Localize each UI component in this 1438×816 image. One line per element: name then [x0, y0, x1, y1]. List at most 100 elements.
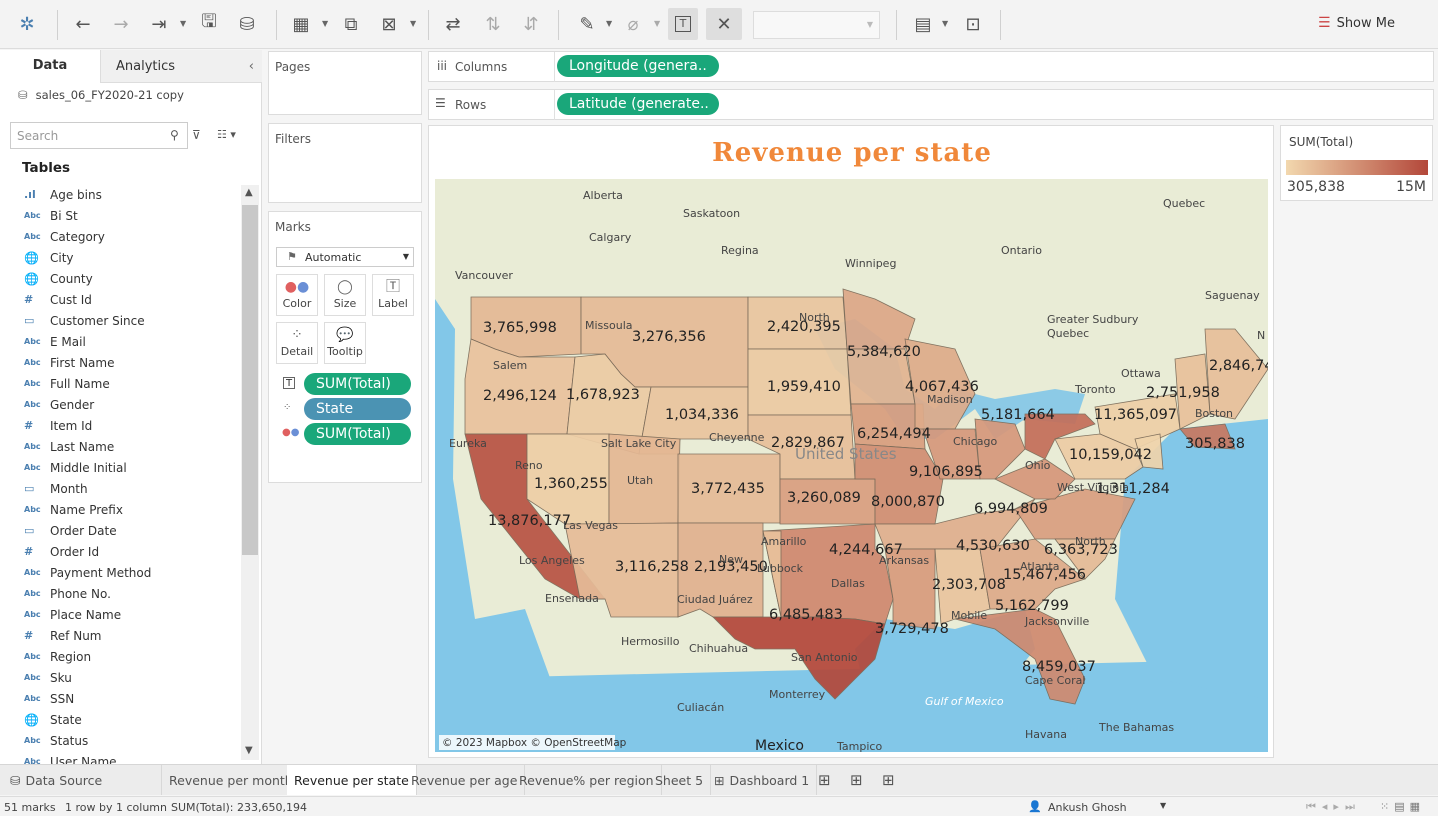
search-input[interactable]: Search: [10, 122, 188, 149]
tab-revenue-per-state[interactable]: Revenue per state: [287, 765, 417, 795]
field-item[interactable]: Abc Place Name: [0, 604, 240, 625]
field-item[interactable]: Abc Name Prefix: [0, 499, 240, 520]
tableau-logo-icon[interactable]: ✲: [12, 8, 42, 40]
clear-sheet-icon[interactable]: ⊠: [374, 8, 404, 40]
replay-icon[interactable]: ⇥: [144, 8, 174, 40]
show-me-button[interactable]: ☰ Show Me: [1318, 15, 1395, 31]
fit-dropdown[interactable]: ▼: [753, 11, 880, 39]
field-item[interactable]: # Ref Num: [0, 625, 240, 646]
tab-analytics[interactable]: Analytics ‹: [100, 50, 262, 83]
map-canvas[interactable]: 3,765,9983,276,3562,420,3955,384,6202,49…: [435, 179, 1268, 752]
replay-dropdown-icon[interactable]: ▼: [180, 19, 186, 28]
field-item[interactable]: Abc Region: [0, 646, 240, 667]
duplicate-icon[interactable]: ⧉: [336, 8, 366, 40]
rows-shelf[interactable]: ☰ Rows Latitude (generate..: [428, 89, 1434, 120]
tooltip-icon: 💬: [336, 327, 354, 343]
columns-pill[interactable]: Longitude (genera..: [557, 55, 719, 77]
collapse-pane-icon[interactable]: ‹: [249, 59, 254, 74]
columns-shelf[interactable]: iii Columns Longitude (genera..: [428, 51, 1434, 82]
highlight-icon[interactable]: ✎: [572, 8, 602, 40]
detail-button[interactable]: ⁘ Detail: [276, 322, 318, 364]
scroll-up-icon[interactable]: ▲: [245, 187, 253, 198]
field-item[interactable]: Abc Bi St: [0, 205, 240, 226]
undo-icon[interactable]: ←: [68, 8, 98, 40]
field-item[interactable]: Abc First Name: [0, 352, 240, 373]
color-button[interactable]: ●● Color: [276, 274, 318, 316]
highlight-dropdown-icon[interactable]: ▼: [606, 19, 612, 28]
label-button[interactable]: 🅃 Label: [372, 274, 414, 316]
pager-icons[interactable]: ⏮◂▸⏭: [1306, 800, 1361, 814]
field-item[interactable]: 🌐 State: [0, 709, 240, 730]
pages-card[interactable]: Pages: [268, 51, 422, 115]
map-attribution[interactable]: © 2023 Mapbox © OpenStreetMap: [442, 737, 627, 749]
field-item[interactable]: Abc Full Name: [0, 373, 240, 394]
field-item[interactable]: 🌐 County: [0, 268, 240, 289]
filters-card[interactable]: Filters: [268, 123, 422, 203]
field-item[interactable]: Abc Status: [0, 730, 240, 751]
field-item[interactable]: # Item Id: [0, 415, 240, 436]
swap-rows-columns-icon[interactable]: ⇄: [438, 8, 468, 40]
field-item[interactable]: ▭ Customer Since: [0, 310, 240, 331]
scroll-down-icon[interactable]: ▼: [245, 745, 253, 756]
redo-icon[interactable]: →: [106, 8, 136, 40]
mark-pill-state[interactable]: State: [304, 398, 411, 420]
new-dashboard-tab-icon[interactable]: ⊞: [850, 771, 863, 789]
tab-revenue-per-month[interactable]: Revenue per month: [162, 765, 301, 795]
mark-pill-color[interactable]: SUM(Total): [304, 423, 411, 445]
field-item[interactable]: # Cust Id: [0, 289, 240, 310]
field-item[interactable]: 🌐 City: [0, 247, 240, 268]
sort-descending-icon[interactable]: ⇵: [516, 8, 546, 40]
new-story-tab-icon[interactable]: ⊞: [882, 771, 895, 789]
tab-revenue-pct-per-region[interactable]: Revenue% per region: [512, 765, 662, 795]
fix-axes-icon[interactable]: ✕: [706, 8, 742, 40]
datasource-row[interactable]: ⛁ sales_06_FY2020-21 copy: [18, 88, 184, 102]
tooltip-button[interactable]: 💬 Tooltip: [324, 322, 366, 364]
field-item[interactable]: Abc Phone No.: [0, 583, 240, 604]
new-worksheet-icon[interactable]: ▦: [286, 8, 316, 40]
state-value-label: 3,729,478: [875, 621, 949, 637]
field-item[interactable]: ▭ Order Date: [0, 520, 240, 541]
scroll-thumb[interactable]: [242, 205, 258, 555]
color-legend[interactable]: SUM(Total) 305,838 15M: [1280, 125, 1433, 201]
field-item[interactable]: ▭ Month: [0, 478, 240, 499]
field-item[interactable]: Abc Gender: [0, 394, 240, 415]
new-worksheet-tab-icon[interactable]: ⊞: [818, 771, 831, 789]
sort-ascending-icon[interactable]: ⇅: [478, 8, 508, 40]
field-item[interactable]: # Order Id: [0, 541, 240, 562]
tab-data-source[interactable]: ⛁ Data Source: [0, 765, 162, 795]
field-list-scrollbar[interactable]: ▲ ▼: [241, 185, 259, 760]
new-datasource-icon[interactable]: ⛁: [232, 8, 262, 40]
field-item[interactable]: Abc Middle Initial: [0, 457, 240, 478]
mark-type-dropdown[interactable]: ⚑ Automatic ▼: [276, 247, 414, 267]
field-item[interactable]: Abc Last Name: [0, 436, 240, 457]
field-item[interactable]: Abc E Mail: [0, 331, 240, 352]
view-options-icon[interactable]: ☷ ▾: [217, 128, 236, 141]
presentation-mode-icon[interactable]: ⊡: [958, 8, 988, 40]
tab-dashboard-1[interactable]: ⊞ Dashboard 1: [707, 765, 818, 795]
field-item[interactable]: Abc Category: [0, 226, 240, 247]
size-button[interactable]: ◯ Size: [324, 274, 366, 316]
field-item[interactable]: .ıl Age bins: [0, 184, 240, 205]
show-mark-labels-icon[interactable]: T: [668, 8, 698, 40]
tab-sheet-5[interactable]: Sheet 5: [648, 765, 712, 795]
user-dropdown-icon[interactable]: ▼: [1160, 801, 1166, 810]
save-icon[interactable]: 🖫: [194, 8, 224, 40]
field-item[interactable]: Abc SSN: [0, 688, 240, 709]
tab-revenue-per-age[interactable]: Revenue per age: [404, 765, 526, 795]
filter-fields-icon[interactable]: ⊽: [192, 128, 201, 142]
string-icon: Abc: [24, 568, 41, 577]
field-item[interactable]: Abc Sku: [0, 667, 240, 688]
new-worksheet-dropdown-icon[interactable]: ▼: [322, 19, 328, 28]
group-dropdown-icon[interactable]: ▼: [654, 19, 660, 28]
field-item[interactable]: Abc Payment Method: [0, 562, 240, 583]
rows-pill[interactable]: Latitude (generate..: [557, 93, 719, 115]
clear-dropdown-icon[interactable]: ▼: [410, 19, 416, 28]
city-label: Reno: [515, 459, 543, 472]
view-mode-icons[interactable]: ⁙▤▦: [1380, 800, 1425, 813]
user-name[interactable]: Ankush Ghosh: [1048, 801, 1127, 814]
cards-dropdown-icon[interactable]: ▼: [942, 19, 948, 28]
tab-data[interactable]: Data: [0, 50, 100, 83]
mark-pill-label[interactable]: SUM(Total): [304, 373, 411, 395]
group-members-icon[interactable]: ⌀: [618, 8, 648, 40]
show-hide-cards-icon[interactable]: ▤: [908, 8, 938, 40]
